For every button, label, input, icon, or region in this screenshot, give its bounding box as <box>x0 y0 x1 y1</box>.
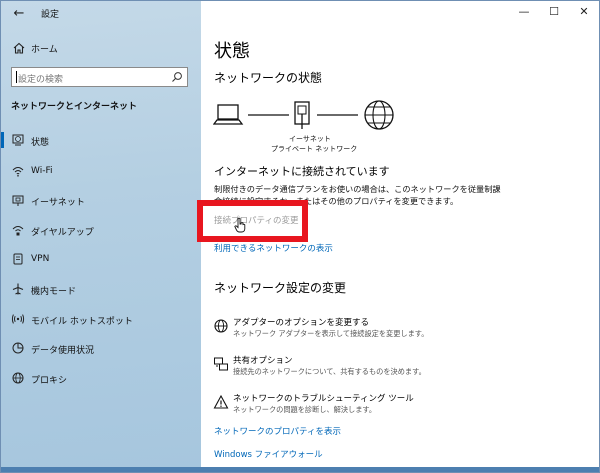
option-description: 接続先のネットワークについて、共有するものを決めます。 <box>233 367 426 376</box>
sidebar-item-ethernet[interactable]: イーサネット <box>1 187 201 213</box>
ethernet-icon <box>12 195 24 206</box>
settings-window: ← 設定 ホーム 設定の検索 ネットワークとインターネット 状態 Wi-Fi イ… <box>0 0 600 473</box>
option-title: アダプターのオプションを変更する <box>233 318 370 328</box>
title-bar: ← 設定 <box>1 1 201 27</box>
option-description: ネットワーク アダプターを表示して接続設定を変更します。 <box>233 329 429 338</box>
sidebar-item-airplane[interactable]: 機内モード <box>1 276 201 302</box>
sharing-options-item[interactable]: 共有オプション 接続先のネットワークについて、共有するものを決めます。 <box>209 352 599 388</box>
close-button[interactable]: ✕ <box>571 3 597 21</box>
sidebar-item-label: VPN <box>31 254 50 264</box>
sidebar-item-label: モバイル ホットスポット <box>31 317 133 327</box>
sidebar-item-label: データ使用状況 <box>31 346 95 356</box>
hand-pointer-icon <box>234 217 246 233</box>
option-title: ネットワークのトラブルシューティング ツール <box>233 394 414 404</box>
text-caret <box>16 71 17 83</box>
globe-status-icon <box>12 134 24 146</box>
network-status-heading: ネットワークの状態 <box>214 71 323 85</box>
sidebar: ← 設定 ホーム 設定の検索 ネットワークとインターネット 状態 Wi-Fi イ… <box>1 1 201 472</box>
adapter-options-item[interactable]: アダプターのオプションを変更する ネットワーク アダプターを表示して接続設定を変… <box>209 314 599 350</box>
search-placeholder: 設定の検索 <box>18 75 64 85</box>
airplane-icon <box>12 283 24 295</box>
option-description: ネットワークの問題を診断し、解決します。 <box>233 405 377 414</box>
back-button[interactable]: ← <box>10 5 28 23</box>
network-properties-link[interactable]: ネットワークのプロパティを表示 <box>214 425 341 437</box>
sidebar-item-label: Wi-Fi <box>31 166 53 176</box>
windows-firewall-link[interactable]: Windows ファイアウォール <box>214 448 323 460</box>
search-icon[interactable] <box>171 71 183 83</box>
network-name-label: プライベート ネットワーク <box>271 145 358 153</box>
app-title: 設定 <box>41 10 60 20</box>
home-label: ホーム <box>31 45 58 55</box>
sidebar-item-wifi[interactable]: Wi-Fi <box>1 158 201 184</box>
sidebar-item-label: 機内モード <box>31 287 77 297</box>
sidebar-item-hotspot[interactable]: モバイル ホットスポット <box>1 306 201 332</box>
sidebar-item-label: プロキシ <box>31 376 68 386</box>
wifi-icon <box>12 167 24 177</box>
data-usage-icon <box>12 342 24 354</box>
sidebar-item-label: ダイヤルアップ <box>31 228 94 238</box>
pc-icon <box>213 104 244 125</box>
sidebar-item-data-usage[interactable]: データ使用状況 <box>1 335 201 361</box>
sidebar-item-label: 状態 <box>31 138 50 148</box>
page-title: 状態 <box>214 41 250 62</box>
internet-globe-icon <box>364 100 394 130</box>
sharing-icon <box>214 357 228 371</box>
maximize-button[interactable]: ☐ <box>541 3 567 21</box>
home-nav-item[interactable]: ホーム <box>1 37 201 59</box>
search-input[interactable]: 設定の検索 <box>11 67 188 87</box>
ethernet-adapter-icon <box>294 101 310 129</box>
highlight-box <box>197 200 308 242</box>
description-line-1: 制限付きのデータ通信プランをお使いの場合は、このネットワークを従量制課 <box>214 184 501 194</box>
dialup-icon <box>12 226 24 236</box>
taskbar-edge <box>1 467 599 472</box>
home-icon <box>13 42 25 54</box>
sidebar-item-proxy[interactable]: プロキシ <box>1 365 201 391</box>
warning-icon <box>213 394 229 409</box>
troubleshooter-item[interactable]: ネットワークのトラブルシューティング ツール ネットワークの問題を診断し、解決し… <box>209 390 599 426</box>
sidebar-item-label: イーサネット <box>31 198 85 208</box>
connection-status-text: インターネットに接続されています <box>214 165 390 178</box>
proxy-globe-icon <box>12 372 24 384</box>
adapter-name-label: イーサネット <box>289 135 331 143</box>
sidebar-item-status[interactable]: 状態 <box>1 127 201 153</box>
vpn-icon <box>13 253 23 265</box>
sidebar-section-heading: ネットワークとインターネット <box>11 102 138 112</box>
change-settings-heading: ネットワーク設定の変更 <box>214 281 347 295</box>
show-available-networks-link[interactable]: 利用できるネットワークの表示 <box>214 242 333 254</box>
sidebar-item-dialup[interactable]: ダイヤルアップ <box>1 217 201 243</box>
hotspot-icon <box>11 314 25 324</box>
sidebar-item-vpn[interactable]: VPN <box>1 246 201 272</box>
option-title: 共有オプション <box>233 356 293 366</box>
adapter-globe-icon <box>214 319 228 333</box>
minimize-button[interactable]: — <box>511 3 537 21</box>
selection-indicator <box>1 132 4 148</box>
